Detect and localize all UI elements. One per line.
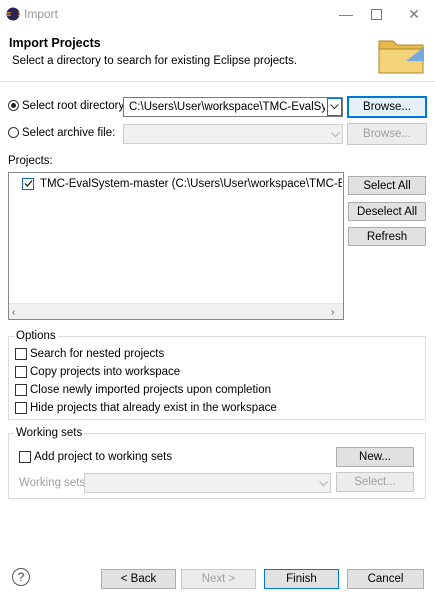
maximize-button[interactable] bbox=[359, 0, 393, 28]
archive-file-combo[interactable] bbox=[123, 124, 343, 144]
close-button[interactable]: ✕ bbox=[397, 0, 431, 28]
minimize-button[interactable]: — bbox=[329, 0, 363, 28]
close-icon: ✕ bbox=[408, 5, 420, 22]
project-checkbox[interactable] bbox=[22, 178, 34, 190]
close-projects-checkbox[interactable] bbox=[15, 384, 27, 396]
archive-file-label: Select archive file: bbox=[22, 127, 116, 139]
archive-file-radio[interactable] bbox=[8, 127, 19, 138]
minimize-icon: — bbox=[339, 6, 353, 22]
new-working-set-button[interactable]: New... bbox=[336, 447, 414, 467]
nested-projects-label: Search for nested projects bbox=[30, 348, 165, 360]
root-directory-combo[interactable]: C:\Users\User\workspace\TMC-EvalSystem- bbox=[123, 97, 343, 117]
hide-projects-checkbox[interactable] bbox=[15, 402, 27, 414]
page-title: Import Projects bbox=[9, 36, 101, 50]
radio-dot bbox=[8, 100, 19, 111]
chevron-down-icon bbox=[316, 476, 330, 491]
folder-icon bbox=[378, 40, 424, 74]
wizard-header: Import Projects Select a directory to se… bbox=[0, 28, 435, 82]
copy-projects-label: Copy projects into workspace bbox=[30, 366, 181, 378]
copy-projects-checkbox[interactable] bbox=[15, 366, 27, 378]
projects-label: Projects: bbox=[8, 155, 53, 167]
working-sets-label: Working sets: bbox=[19, 477, 89, 489]
horizontal-scrollbar[interactable]: ‹ › bbox=[9, 303, 343, 319]
nested-projects-checkbox[interactable] bbox=[15, 348, 27, 360]
scroll-right-icon[interactable]: › bbox=[331, 307, 334, 318]
select-all-button[interactable]: Select All bbox=[348, 176, 426, 195]
browse-directory-button[interactable]: Browse... bbox=[347, 96, 427, 118]
working-sets-combo[interactable] bbox=[84, 473, 331, 493]
options-title: Options bbox=[14, 330, 58, 342]
scroll-left-icon[interactable]: ‹ bbox=[12, 307, 15, 318]
help-icon[interactable]: ? bbox=[12, 568, 30, 586]
hide-projects-label: Hide projects that already exist in the … bbox=[30, 402, 277, 414]
projects-list[interactable]: TMC-EvalSystem-master (C:\Users\User\wor… bbox=[8, 172, 344, 320]
cancel-button[interactable]: Cancel bbox=[347, 569, 424, 589]
working-sets-title: Working sets bbox=[14, 427, 85, 439]
refresh-button[interactable]: Refresh bbox=[348, 227, 426, 246]
back-button[interactable]: < Back bbox=[101, 569, 176, 589]
root-directory-radio[interactable] bbox=[8, 100, 19, 111]
chevron-down-icon[interactable] bbox=[327, 98, 342, 116]
select-working-sets-button[interactable]: Select... bbox=[336, 472, 414, 492]
deselect-all-button[interactable]: Deselect All bbox=[348, 202, 426, 221]
page-subtitle: Select a directory to search for existin… bbox=[12, 55, 298, 67]
next-button[interactable]: Next > bbox=[181, 569, 256, 589]
eclipse-logo-icon bbox=[6, 7, 20, 21]
window-title: Import bbox=[24, 7, 59, 21]
project-name: TMC-EvalSystem-master (C:\Users\User\wor… bbox=[40, 178, 342, 190]
title-bar: Import — ✕ bbox=[0, 0, 435, 28]
maximize-icon bbox=[370, 8, 382, 20]
list-item[interactable]: TMC-EvalSystem-master (C:\Users\User\wor… bbox=[22, 176, 342, 193]
add-to-working-sets-checkbox[interactable] bbox=[19, 451, 31, 463]
root-directory-value: C:\Users\User\workspace\TMC-EvalSystem- bbox=[129, 101, 325, 113]
chevron-down-icon bbox=[328, 127, 342, 142]
radio-circle bbox=[8, 127, 19, 138]
root-directory-label: Select root directory: bbox=[22, 100, 128, 112]
finish-button[interactable]: Finish bbox=[264, 569, 339, 589]
add-to-working-sets-label: Add project to working sets bbox=[34, 451, 173, 463]
browse-archive-button[interactable]: Browse... bbox=[347, 123, 427, 145]
close-projects-label: Close newly imported projects upon compl… bbox=[30, 384, 271, 396]
